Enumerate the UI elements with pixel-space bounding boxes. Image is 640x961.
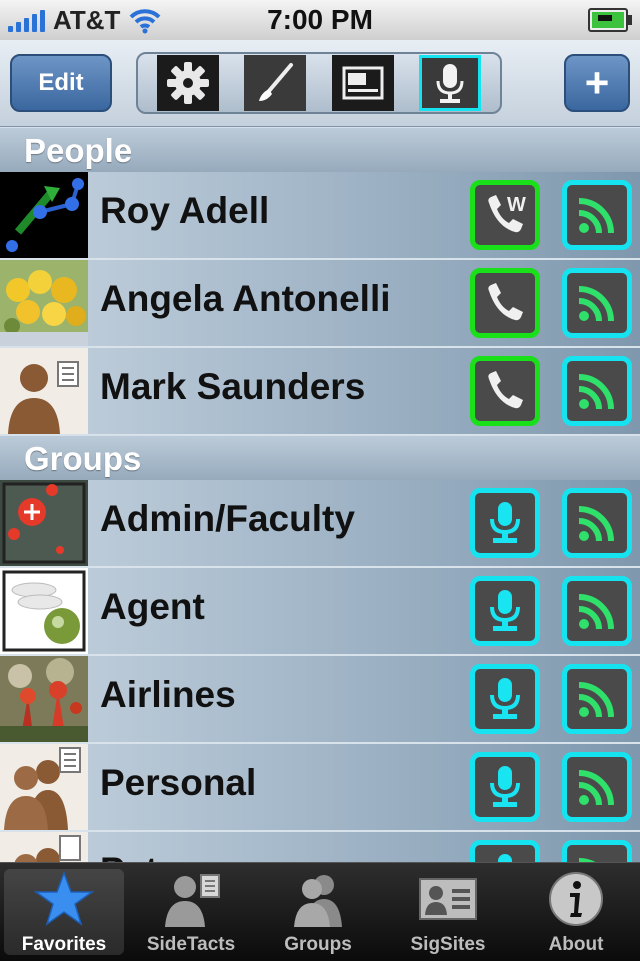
segment-card[interactable]	[331, 55, 394, 111]
microphone-icon	[436, 64, 464, 103]
tab-label: SigSites	[410, 934, 486, 955]
voice-button[interactable]	[470, 576, 540, 646]
star-icon	[33, 870, 95, 926]
tab-favorites[interactable]: Favorites	[4, 869, 124, 955]
call-button[interactable]: W	[470, 180, 540, 250]
contact-name: Mark Saunders	[100, 366, 366, 407]
rss-feed-icon	[578, 198, 614, 234]
list-item[interactable]: Personal	[0, 744, 640, 832]
tab-label: Favorites	[21, 934, 107, 955]
avatar	[0, 744, 88, 830]
id-card-icon	[419, 878, 477, 920]
segment-settings[interactable]	[156, 55, 219, 111]
microphone-icon	[490, 590, 520, 631]
rss-feed-icon	[578, 286, 614, 322]
card-icon	[342, 66, 384, 100]
list-item[interactable]: Admin/Faculty	[0, 480, 640, 568]
rss-feed-icon	[578, 594, 614, 630]
phone-icon	[488, 283, 523, 321]
phone-icon	[488, 371, 523, 409]
contact-name: Angela Antonelli	[100, 278, 391, 319]
tab-sigsites[interactable]: SigSites	[388, 869, 508, 955]
svg-text:W: W	[507, 194, 526, 216]
rss-feed-icon	[578, 506, 614, 542]
edit-button[interactable]: Edit	[10, 54, 112, 112]
gear-icon	[166, 62, 209, 104]
feed-button[interactable]	[562, 356, 632, 426]
rss-feed-icon	[578, 682, 614, 718]
list-item[interactable]: Roy Adell W	[0, 172, 640, 260]
microphone-icon	[490, 766, 520, 807]
list-item[interactable]: Agent	[0, 568, 640, 656]
feed-button[interactable]	[562, 488, 632, 558]
list-item[interactable]: Angela Antonelli	[0, 260, 640, 348]
feed-button[interactable]	[562, 664, 632, 734]
list-item[interactable]: Mark Saunders	[0, 348, 640, 436]
avatar	[0, 480, 88, 566]
voice-button[interactable]	[470, 488, 540, 558]
group-name: Personal	[100, 762, 257, 803]
call-button[interactable]	[470, 356, 540, 426]
brush-icon	[259, 63, 294, 101]
avatar	[0, 172, 88, 258]
status-bar: AT&T 7:00 PM	[0, 0, 640, 41]
phone-w-icon: W	[488, 194, 526, 233]
tab-label: Groups	[284, 934, 352, 955]
tab-sidetacts[interactable]: SideTacts	[131, 869, 251, 955]
segment-microphone[interactable]	[419, 55, 482, 111]
tab-label: About	[548, 934, 604, 955]
people-icon	[294, 875, 342, 927]
tab-groups[interactable]: Groups	[258, 869, 378, 955]
feed-button[interactable]	[562, 180, 632, 250]
mode-segmented-control	[136, 52, 502, 114]
status-time: 7:00 PM	[267, 4, 373, 35]
avatar	[0, 568, 88, 654]
feed-button[interactable]	[562, 268, 632, 338]
voice-button[interactable]	[470, 664, 540, 734]
avatar	[0, 260, 88, 346]
contact-name: Roy Adell	[100, 190, 270, 231]
top-toolbar: Edit +	[0, 40, 640, 127]
avatar	[0, 656, 88, 742]
tab-bar: Favorites SideTacts Groups SigSites Abou…	[0, 862, 640, 961]
group-name: Airlines	[100, 674, 236, 715]
section-header-people: People	[0, 127, 640, 173]
voice-button[interactable]	[470, 752, 540, 822]
person-card-icon	[165, 874, 220, 927]
tab-about[interactable]: About	[516, 869, 636, 955]
segment-brush[interactable]	[244, 55, 307, 111]
feed-button[interactable]	[562, 576, 632, 646]
section-header-groups: Groups	[0, 435, 640, 481]
rss-feed-icon	[578, 374, 614, 410]
group-name: Admin/Faculty	[100, 498, 355, 539]
microphone-icon	[490, 678, 520, 719]
list-item[interactable]: Airlines	[0, 656, 640, 744]
microphone-icon	[490, 502, 520, 543]
section-title: Groups	[24, 440, 142, 477]
call-button[interactable]	[470, 268, 540, 338]
info-icon	[549, 872, 603, 926]
battery-charging-icon	[588, 8, 632, 32]
avatar	[0, 348, 88, 434]
group-name: Agent	[100, 586, 205, 627]
feed-button[interactable]	[562, 752, 632, 822]
tab-label: SideTacts	[146, 934, 236, 955]
rss-feed-icon	[578, 770, 614, 806]
add-button[interactable]: +	[564, 54, 630, 112]
section-title: People	[24, 132, 133, 169]
